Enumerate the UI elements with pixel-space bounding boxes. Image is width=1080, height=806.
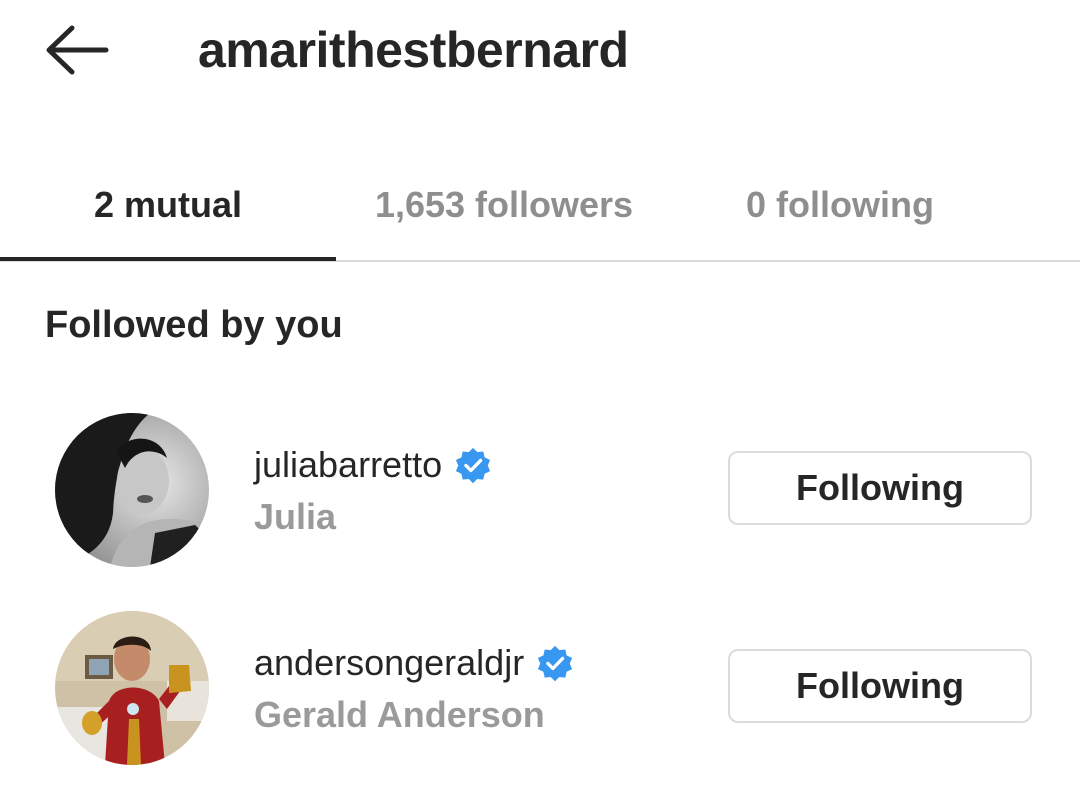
avatar[interactable] [55, 413, 209, 567]
tab-followers[interactable]: 1,653 followers [336, 150, 672, 260]
verified-badge-icon [456, 447, 491, 484]
verified-badge-icon [538, 645, 573, 682]
active-tab-indicator [0, 257, 336, 261]
back-arrow-icon [46, 25, 109, 75]
profile-photo [55, 611, 209, 765]
following-button[interactable]: Following [728, 451, 1032, 525]
avatar[interactable] [55, 611, 209, 765]
username[interactable]: andersongeraldjr [254, 641, 524, 685]
tab-mutual[interactable]: 2 mutual [0, 150, 336, 260]
tab-bar: 2 mutual 1,653 followers 0 following [0, 150, 1080, 262]
back-button[interactable] [40, 20, 114, 80]
list-item: juliabarretto Julia Following [0, 413, 1080, 573]
username[interactable]: juliabarretto [254, 443, 442, 487]
tab-following[interactable]: 0 following [672, 150, 1008, 260]
user-names: juliabarretto Julia [254, 443, 492, 539]
full-name: Julia [254, 496, 337, 537]
top-bar: amarithestbernard [0, 0, 1080, 110]
profile-photo [55, 413, 209, 567]
list-item: andersongeraldjr Gerald Anderson Followi… [0, 611, 1080, 771]
full-name: Gerald Anderson [254, 694, 545, 735]
following-button[interactable]: Following [728, 649, 1032, 723]
page-title: amarithestbernard [198, 22, 629, 78]
section-title: Followed by you [45, 304, 343, 346]
user-names: andersongeraldjr Gerald Anderson [254, 641, 574, 737]
